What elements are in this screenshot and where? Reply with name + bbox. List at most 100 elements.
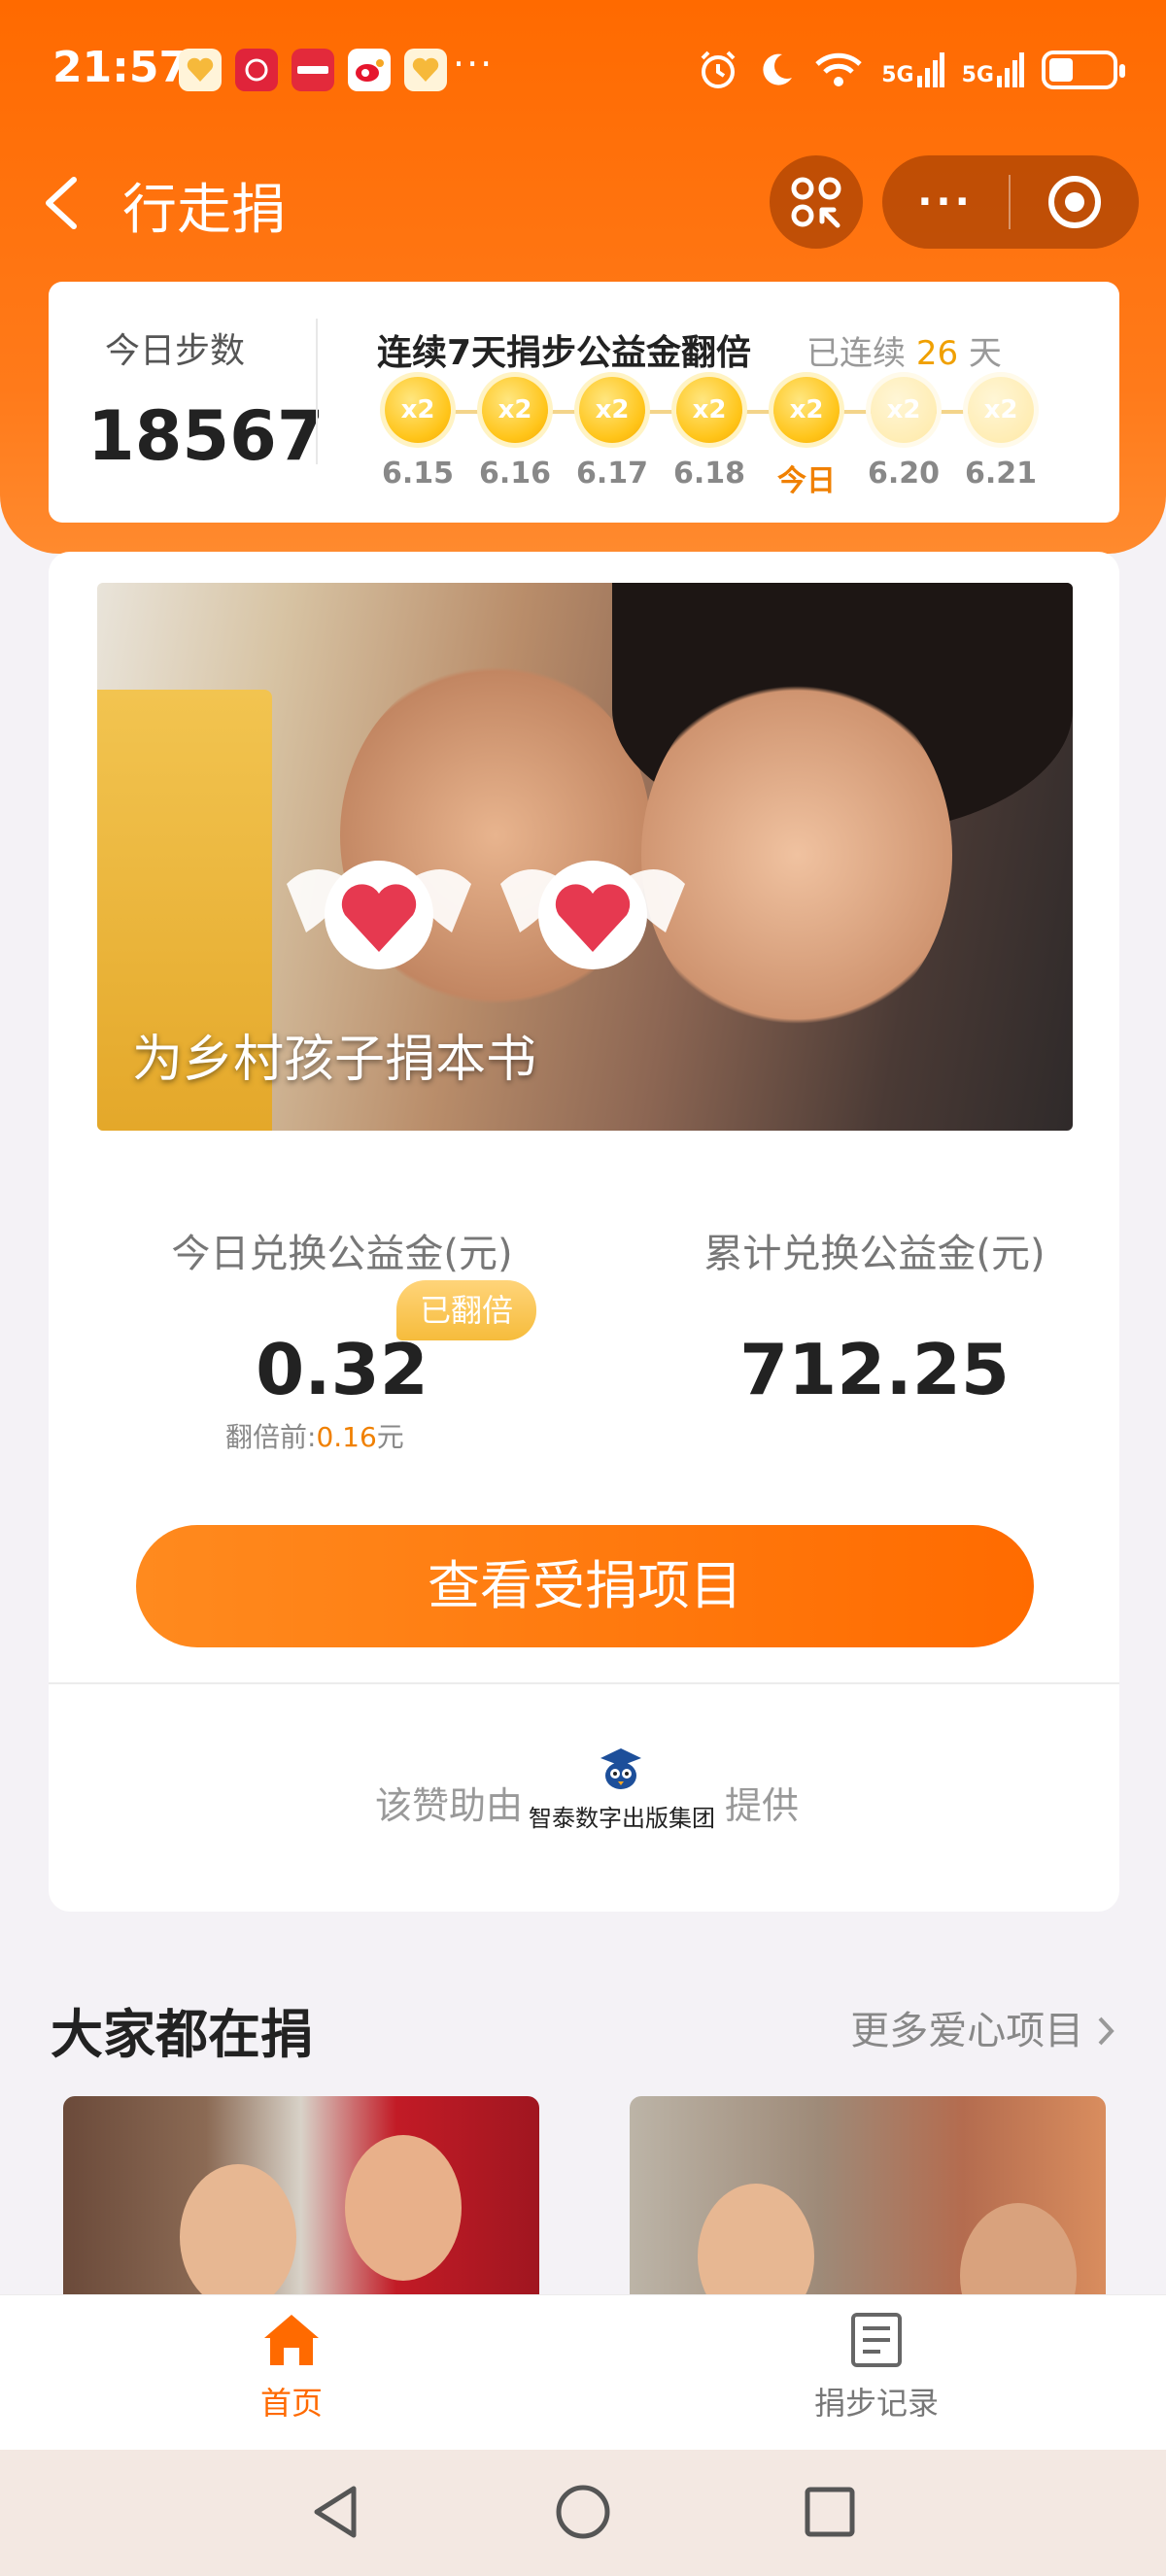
battery-icon <box>1042 51 1125 89</box>
more-options-icon[interactable]: ··· <box>882 180 1009 224</box>
coin-icon: x2 <box>482 377 548 443</box>
signal-bars-icon <box>997 52 1024 87</box>
day-label: 今日 <box>777 464 836 498</box>
doubled-badge: 已翻倍 <box>396 1280 536 1340</box>
coin-icon: x2 <box>676 377 742 443</box>
system-navigation-bar <box>0 2450 1166 2576</box>
streak-title: 连续7天捐步公益金翻倍 <box>377 333 752 373</box>
chevron-right-icon <box>1098 2017 1115 2046</box>
more-projects-label: 更多爱心项目 <box>850 2009 1084 2053</box>
sponsor-name: 智泰数字出版集团 <box>529 1805 715 1832</box>
volunteer-photo <box>345 2135 462 2281</box>
status-time: 21:57 <box>52 43 189 92</box>
nav-bar: 行走捐 ··· <box>0 151 1166 257</box>
today-exchange-label: 今日兑换公益金(元) <box>171 1232 513 1276</box>
day-label: 6.18 <box>672 457 746 491</box>
project-banner[interactable]: 为乡村孩子捐本书 <box>97 583 1073 1131</box>
total-exchange-label: 累计兑换公益金(元) <box>703 1232 1046 1276</box>
before-double-value: 0.16 <box>316 1421 377 1453</box>
day-label: 6.17 <box>575 457 649 491</box>
capsule-menu: ··· <box>882 155 1139 249</box>
target-icon <box>1048 176 1101 228</box>
heart-app-icon <box>179 49 222 91</box>
owl-logo-icon <box>600 1748 641 1789</box>
alarm-icon <box>701 51 736 88</box>
status-app-icons <box>179 49 447 91</box>
scan-button[interactable] <box>770 155 863 249</box>
steps-divider <box>316 319 318 464</box>
status-bar: 21:57 ··· 5G 5G <box>0 0 1166 146</box>
streak-day: x2 6.20 <box>855 377 952 491</box>
streak-status: 已连续 26 天 <box>806 326 1002 374</box>
steps-card: 今日步数 18567 连续7天捐步公益金翻倍 已连续 26 天 x2 6.15 … <box>49 282 1119 523</box>
day-label: 6.15 <box>381 457 455 491</box>
signal-5g-2: 5G <box>962 52 1024 87</box>
today-exchange-value: 0.32 <box>256 1329 429 1410</box>
heart-app-icon-2 <box>404 49 447 91</box>
tab-records-label: 捐步记录 <box>813 2385 939 2422</box>
network-label-1: 5G <box>881 63 914 87</box>
tab-home[interactable]: 首页 <box>146 2311 437 2423</box>
back-icon[interactable] <box>37 174 86 232</box>
before-double-amount: 翻倍前:0.16元 <box>225 1416 404 1455</box>
section-title: 大家都在捐 <box>51 2004 313 2065</box>
banner-title: 为乡村孩子捐本书 <box>132 1031 537 1089</box>
day-label: 6.20 <box>867 457 941 491</box>
coin-icon: x2 <box>385 377 451 443</box>
coin-icon: x2 <box>871 377 937 443</box>
page-title: 行走捐 <box>122 179 286 242</box>
sponsor-suffix: 提供 <box>725 1784 800 1827</box>
winged-heart-icon <box>500 861 685 969</box>
home-circle-icon[interactable] <box>552 2481 614 2543</box>
coin-icon: x2 <box>579 377 645 443</box>
sponsor-prefix: 该赞助由 <box>375 1784 524 1827</box>
coin-icon: x2 <box>968 377 1034 443</box>
close-miniapp-button[interactable] <box>1011 173 1139 231</box>
weibo-app-icon <box>348 49 391 91</box>
donation-card: 为乡村孩子捐本书 今日兑换公益金(元) 0.32 已翻倍 翻倍前:0.16元 累… <box>49 552 1119 1912</box>
tab-home-label: 首页 <box>259 2385 323 2422</box>
signal-bars-icon <box>916 52 944 87</box>
winged-heart-icon <box>287 861 471 969</box>
today-steps-value: 18567 <box>87 396 325 476</box>
more-projects-link[interactable]: 更多爱心项目 <box>850 1999 1117 2055</box>
scan-icon <box>791 177 841 228</box>
streak-suffix: 天 <box>968 334 1002 373</box>
total-exchange-stat: 累计兑换公益金(元) 712.25 <box>632 1222 1117 1410</box>
sponsor-logo[interactable]: 智泰数字出版集团 <box>529 1746 715 1833</box>
signal-5g-1: 5G <box>881 52 944 87</box>
streak-days-track: x2 6.15 x2 6.16 x2 6.17 x2 6.18 x2 今日 x2… <box>369 377 1088 503</box>
redbook-app-icon <box>292 49 334 91</box>
network-label-2: 5G <box>961 63 994 87</box>
streak-day: x2 6.15 <box>369 377 466 491</box>
sponsor-row: 该赞助由 智泰数字出版集团 提供 <box>49 1717 1119 1863</box>
streak-day: x2 6.21 <box>952 377 1049 491</box>
day-label: 6.21 <box>964 457 1038 491</box>
streak-day: x2 6.17 <box>564 377 661 491</box>
child-photo <box>180 2164 296 2310</box>
coin-icon: x2 <box>773 377 840 443</box>
status-more-icon: ··· <box>453 43 495 85</box>
shopping-app-icon <box>235 49 278 91</box>
before-double-unit: 元 <box>376 1421 404 1453</box>
recents-square-icon[interactable] <box>799 2481 861 2543</box>
view-projects-button[interactable]: 查看受捐项目 <box>136 1525 1034 1647</box>
streak-day: x2 6.18 <box>661 377 758 491</box>
streak-day: x2 6.16 <box>466 377 564 491</box>
total-exchange-value: 712.25 <box>739 1329 1010 1410</box>
back-triangle-icon[interactable] <box>305 2481 367 2543</box>
tab-bar: 首页 捐步记录 <box>0 2294 1166 2450</box>
tab-records[interactable]: 捐步记录 <box>731 2311 1022 2423</box>
home-icon <box>264 2315 319 2365</box>
document-icon <box>851 2313 902 2367</box>
streak-days: 26 <box>915 334 959 373</box>
moon-icon <box>763 53 793 85</box>
streak-prefix: 已连续 <box>806 334 906 373</box>
streak-day-today: x2 今日 <box>758 377 855 499</box>
day-label: 6.16 <box>478 457 552 491</box>
today-steps-label: 今日步数 <box>105 331 246 371</box>
before-double-label: 翻倍前: <box>225 1421 317 1453</box>
card-divider <box>49 1682 1119 1684</box>
status-indicators: 5G 5G <box>697 49 1125 91</box>
wifi-icon <box>815 52 862 86</box>
